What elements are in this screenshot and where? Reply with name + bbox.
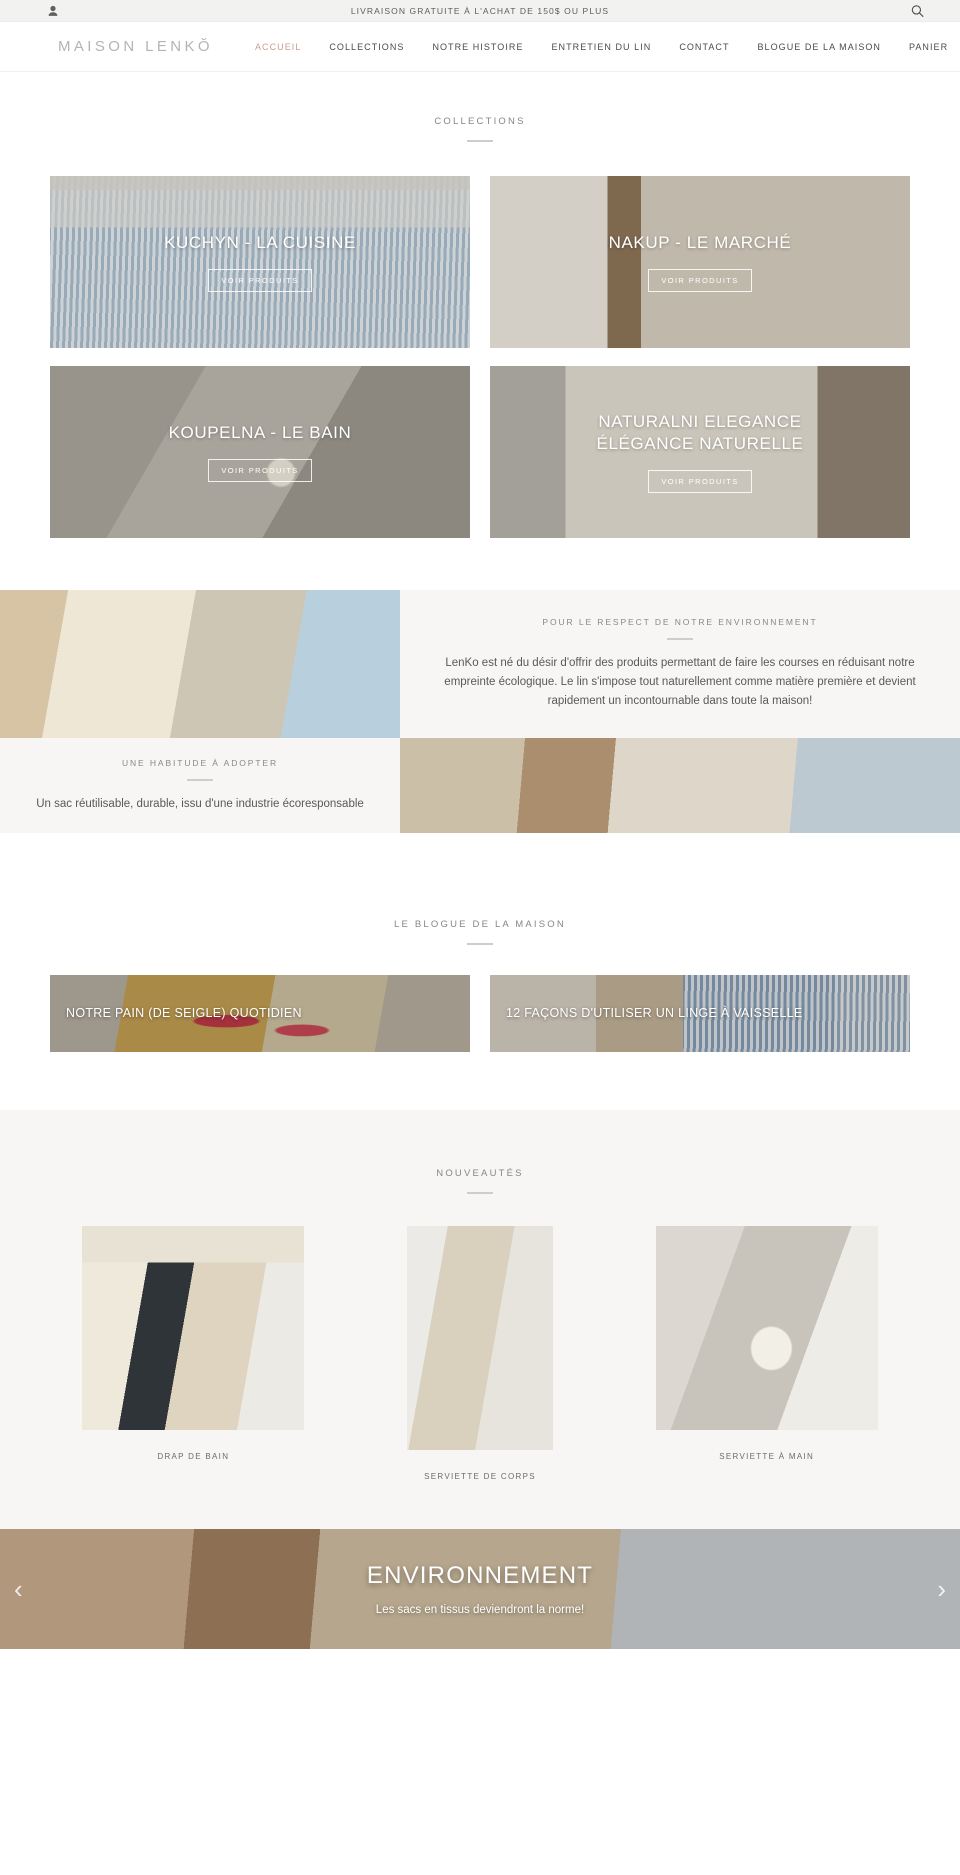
eco-body-environnement: LenKo est né du désir d'offrir des produ…: [444, 657, 916, 707]
nav-item-collections[interactable]: COLLECTIONS: [315, 42, 418, 52]
site-logo[interactable]: MAISON LENKŎ: [58, 38, 213, 55]
nav-item-blogue-de-la-maison[interactable]: BLOGUE DE LA MAISON: [744, 42, 895, 52]
eco-rule-1: [667, 638, 693, 641]
collection-title-kuchyn: KUCHYN - LA CUISINE: [164, 232, 356, 252]
chevron-right-icon[interactable]: ›: [937, 1576, 946, 1602]
hero-subtitle: Les sacs en tissus deviendront la norme!: [375, 1604, 585, 1616]
nav-item-entretien-du-lin[interactable]: ENTRETIEN DU LIN: [538, 42, 666, 52]
eco-heading-habitude: UNE HABITUDE À ADOPTER: [121, 757, 279, 768]
nav-item-accueil[interactable]: ACCUEIL: [241, 42, 315, 52]
eco-text-block-habitude: UNE HABITUDE À ADOPTER Un sac réutilisab…: [0, 738, 400, 833]
blog-section: LE BLOGUE DE LA MAISON NOTRE PAIN (DE SE…: [0, 833, 960, 1110]
product-label-drap-de-bain: DRAP DE BAIN: [157, 1452, 230, 1461]
eco-image-bag: [400, 738, 960, 833]
nav-item-notre-histoire[interactable]: NOTRE HISTOIRE: [418, 42, 537, 52]
product-image-serviette-a-main: [655, 1226, 878, 1430]
hero-title: ENVIRONNEMENT: [366, 1562, 594, 1589]
announcement-text: LIVRAISON GRATUITE À L'ACHAT DE 150$ OU …: [350, 5, 610, 16]
eco-image-linens: [0, 590, 400, 738]
product-card-serviette-de-corps[interactable]: SERVIETTE DE CORPS: [337, 1226, 624, 1481]
account-icon[interactable]: [48, 5, 58, 16]
blog-grid: NOTRE PAIN (DE SEIGLE) QUOTIDIEN 12 FAÇO…: [0, 945, 960, 1052]
nav-item-contact[interactable]: CONTACT: [665, 42, 743, 52]
product-card-serviette-a-main[interactable]: SERVIETTE À MAIN: [623, 1226, 910, 1481]
hero-slider: ‹ ENVIRONNEMENT Les sacs en tissus devie…: [0, 1529, 960, 1649]
blog-heading: LE BLOGUE DE LA MAISON: [394, 919, 566, 930]
collection-title-naturalni-elegance: NATURALNI ELEGANCE ÉLÉGANCE NATURELLE: [597, 411, 804, 454]
collections-grid: KUCHYN - LA CUISINE VOIR PRODUITS NAKUP …: [0, 142, 960, 538]
collection-card-kuchyn[interactable]: KUCHYN - LA CUISINE VOIR PRODUITS: [50, 176, 470, 348]
product-image-serviette-de-corps: [407, 1226, 553, 1450]
collection-button-koupelna[interactable]: VOIR PRODUITS: [208, 459, 312, 483]
new-products-heading: NOUVEAUTÉS: [436, 1168, 524, 1179]
collection-card-nakup[interactable]: NAKUP - LE MARCHÉ VOIR PRODUITS: [490, 176, 910, 348]
product-label-serviette-de-corps: SERVIETTE DE CORPS: [424, 1472, 536, 1481]
blog-card-linge-a-vaisselle[interactable]: 12 FAÇONS D'UTILISER UN LINGE À VAISSELL…: [490, 975, 910, 1052]
blog-card-pain-de-seigle[interactable]: NOTRE PAIN (DE SEIGLE) QUOTIDIEN: [50, 975, 470, 1052]
collection-card-koupelna[interactable]: KOUPELNA - LE BAIN VOIR PRODUITS: [50, 366, 470, 538]
product-image-drap-de-bain: [82, 1226, 305, 1430]
search-icon[interactable]: [911, 4, 924, 17]
eco-row-2: UNE HABITUDE À ADOPTER Un sac réutilisab…: [0, 738, 960, 833]
collection-title-nakup: NAKUP - LE MARCHÉ: [608, 232, 792, 252]
blog-title-linge-a-vaisselle: 12 FAÇONS D'UTILISER UN LINGE À VAISSELL…: [506, 1006, 803, 1021]
collection-title-koupelna: KOUPELNA - LE BAIN: [168, 422, 352, 442]
eco-section: POUR LE RESPECT DE NOTRE ENVIRONNEMENT L…: [0, 590, 960, 833]
product-label-serviette-a-main: SERVIETTE À MAIN: [719, 1452, 815, 1461]
collection-card-naturalni-elegance[interactable]: NATURALNI ELEGANCE ÉLÉGANCE NATURELLE VO…: [490, 366, 910, 538]
products-row: DRAP DE BAIN SERVIETTE DE CORPS SERVIETT…: [0, 1194, 960, 1481]
eco-heading-environnement: POUR LE RESPECT DE NOTRE ENVIRONNEMENT: [542, 617, 818, 628]
eco-rule-2: [187, 778, 213, 781]
eco-row-1: POUR LE RESPECT DE NOTRE ENVIRONNEMENT L…: [0, 590, 960, 738]
collection-title-line-2: ÉLÉGANCE NATURELLE: [596, 433, 804, 453]
collection-title-line-1: NATURALNI ELEGANCE: [598, 412, 802, 432]
collection-button-kuchyn[interactable]: VOIR PRODUITS: [208, 269, 312, 293]
product-card-drap-de-bain[interactable]: DRAP DE BAIN: [50, 1226, 337, 1481]
announcement-bar: LIVRAISON GRATUITE À L'ACHAT DE 150$ OU …: [0, 0, 960, 22]
collection-overlay: [50, 176, 470, 348]
collection-overlay: [50, 366, 470, 538]
chevron-left-icon[interactable]: ‹: [14, 1576, 23, 1602]
collection-overlay: [490, 176, 910, 348]
new-products-section: NOUVEAUTÉS DRAP DE BAIN SERVIETTE DE COR…: [0, 1110, 960, 1529]
blog-title-pain-de-seigle: NOTRE PAIN (DE SEIGLE) QUOTIDIEN: [66, 1006, 302, 1021]
nav-item-panier[interactable]: PANIER: [895, 42, 960, 52]
eco-text-block-environnement: POUR LE RESPECT DE NOTRE ENVIRONNEMENT L…: [400, 590, 960, 738]
collection-button-naturalni-elegance[interactable]: VOIR PRODUITS: [648, 469, 752, 493]
collection-button-nakup[interactable]: VOIR PRODUITS: [648, 269, 752, 293]
main-navigation: ACCUEIL COLLECTIONS NOTRE HISTOIRE ENTRE…: [241, 42, 960, 52]
eco-body-habitude: Un sac réutilisable, durable, issu d'une…: [36, 797, 364, 810]
site-header: MAISON LENKŎ ACCUEIL COLLECTIONS NOTRE H…: [0, 22, 960, 72]
collections-heading: COLLECTIONS: [434, 116, 526, 127]
